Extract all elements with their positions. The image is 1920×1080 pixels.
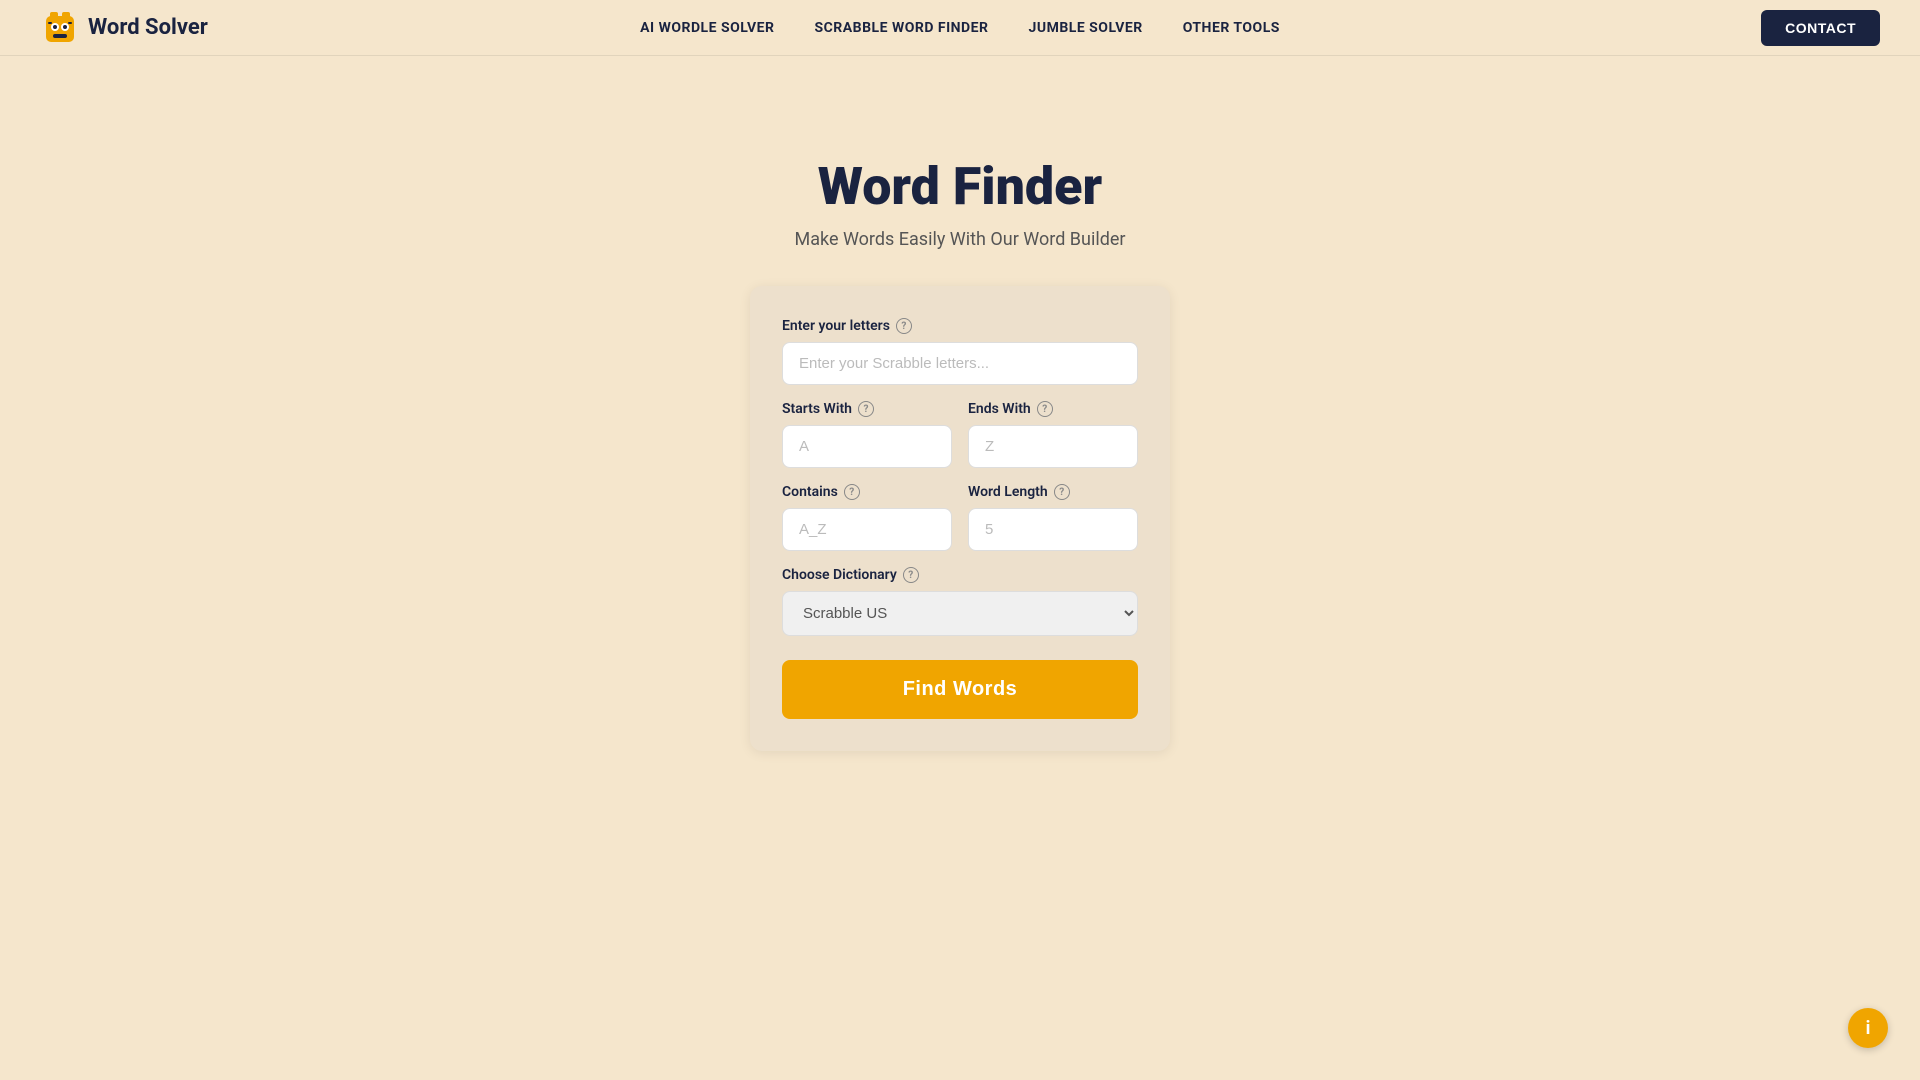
contains-field-group: Contains ?: [782, 484, 952, 551]
letters-label: Enter your letters ?: [782, 318, 1138, 334]
dictionary-help-icon[interactable]: ?: [903, 567, 919, 583]
header: Word Solver AI WORDLE SOLVER SCRABBLE WO…: [0, 0, 1920, 56]
ends-with-help-icon[interactable]: ?: [1037, 401, 1053, 417]
main-content: Word Finder Make Words Easily With Our W…: [0, 56, 1920, 751]
word-finder-form: Enter your letters ? Starts With ? Ends …: [750, 286, 1170, 751]
logo[interactable]: Word Solver: [40, 8, 208, 48]
word-length-field-group: Word Length ?: [968, 484, 1138, 551]
letters-help-icon[interactable]: ?: [896, 318, 912, 334]
starts-with-input[interactable]: [782, 425, 952, 468]
contact-button[interactable]: CONTACT: [1761, 10, 1880, 46]
contains-help-icon[interactable]: ?: [844, 484, 860, 500]
dictionary-field-group: Choose Dictionary ? Scrabble US Scrabble…: [782, 567, 1138, 636]
nav-jumble[interactable]: JUMBLE SOLVER: [1029, 20, 1143, 36]
word-length-help-icon[interactable]: ?: [1054, 484, 1070, 500]
dictionary-select[interactable]: Scrabble US Scrabble UK Words With Frien…: [782, 591, 1138, 636]
ends-with-input[interactable]: [968, 425, 1138, 468]
ends-with-label: Ends With ?: [968, 401, 1138, 417]
starts-with-help-icon[interactable]: ?: [858, 401, 874, 417]
word-length-label: Word Length ?: [968, 484, 1138, 500]
starts-with-label: Starts With ?: [782, 401, 952, 417]
starts-with-field-group: Starts With ?: [782, 401, 952, 468]
page-title: Word Finder: [818, 156, 1102, 217]
letters-input[interactable]: [782, 342, 1138, 385]
find-words-button[interactable]: Find Words: [782, 660, 1138, 719]
page-subtitle: Make Words Easily With Our Word Builder: [795, 229, 1126, 250]
main-nav: AI WORDLE SOLVER SCRABBLE WORD FINDER JU…: [640, 20, 1280, 36]
ends-with-field-group: Ends With ?: [968, 401, 1138, 468]
word-length-input[interactable]: [968, 508, 1138, 551]
letters-field-group: Enter your letters ?: [782, 318, 1138, 385]
dictionary-label: Choose Dictionary ?: [782, 567, 1138, 583]
logo-icon: [40, 8, 80, 48]
contains-input[interactable]: [782, 508, 952, 551]
contains-label: Contains ?: [782, 484, 952, 500]
nav-scrabble[interactable]: SCRABBLE WORD FINDER: [815, 20, 989, 36]
nav-other-tools[interactable]: OTHER TOOLS: [1183, 20, 1280, 36]
logo-text: Word Solver: [88, 15, 208, 40]
starts-ends-row: Starts With ? Ends With ?: [782, 401, 1138, 468]
contains-length-row: Contains ? Word Length ?: [782, 484, 1138, 551]
nav-ai-wordle[interactable]: AI WORDLE SOLVER: [640, 20, 774, 36]
info-bubble[interactable]: i: [1848, 1008, 1888, 1048]
